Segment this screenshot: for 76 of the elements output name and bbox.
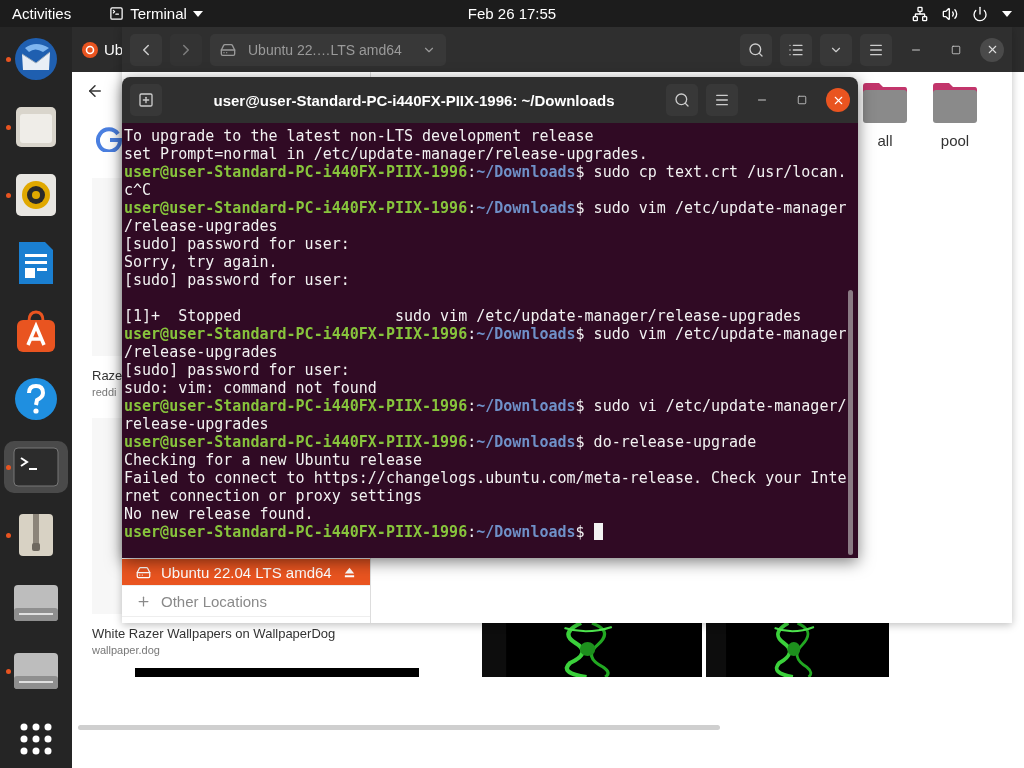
caret-icon[interactable] [192,10,203,17]
terminal-line: Sorry, try again. [124,253,279,271]
terminal-line: No new release found. [124,505,315,523]
terminal-line: release-upgrades [124,415,270,433]
scrollbar[interactable] [848,290,853,555]
terminal-line: /release-upgrades [124,217,279,235]
plus-icon[interactable] [136,593,151,609]
search-icon[interactable] [674,92,690,108]
files-icon[interactable] [15,105,57,149]
search-button[interactable] [666,84,698,116]
terminal-line: user@user-Standard-PC-i440FX-PIIX-1996:~/Downloads$ sudo cp text.crt /usr/locan. [124,163,848,181]
power-icon[interactable] [972,5,988,22]
folder-icon[interactable] [931,82,979,124]
archive-icon[interactable] [18,513,54,557]
drive-icon[interactable] [13,584,59,622]
mail-bird-icon[interactable] [13,36,59,82]
terminal-line: rnet connection or proxy settings [124,487,423,505]
activities-button[interactable]: Activities [12,5,72,22]
new-tab-button[interactable] [130,84,162,116]
folder-icon[interactable] [861,82,909,124]
terminal-line: c^C [124,181,153,199]
tab-logo-icon [82,41,98,58]
menu-icon[interactable] [714,92,730,108]
app-menu[interactable]: Terminal [109,5,203,22]
terminal-line: To upgrade to the latest non-LTS development release [124,127,595,145]
terminal-line: user@user-Standard-PC-i440FX-PIIX-1996:~/Downloads$ do-release-upgrade [124,433,758,451]
terminal-line: [sudo] password for user: [124,361,351,379]
g-logo-icon [96,126,122,152]
drive-icon[interactable] [136,564,151,580]
terminal-line: [1]+ Stopped sudo vim /etc/update-manager/release-upgrades [124,307,803,325]
close-button[interactable] [826,88,850,112]
new-tab-icon[interactable] [138,92,154,108]
result-source: reddi [92,386,117,398]
volume-icon[interactable] [942,5,958,22]
caret-icon[interactable] [1002,10,1012,17]
terminal-line: sudo: vim: command not found [124,379,378,397]
app-grid-icon[interactable] [20,723,52,755]
close-button[interactable] [980,37,1004,62]
terminal-line: Checking for a new Ubuntu release [124,451,423,469]
terminal-line: [sudo] password for user: [124,235,351,253]
terminal-line: user@user-Standard-PC-i440FX-PIIX-1996:~/Downloads$ sudo vi /etc/update-manager/ [124,397,848,415]
maximize-icon[interactable] [951,44,961,55]
drive-icon[interactable] [13,652,59,690]
terminal-line: Failed to connect to https://changelogs.ubuntu.com/meta-release. Check your Inte [124,469,848,487]
folder-label[interactable]: all [877,132,893,149]
menu-button[interactable] [706,84,738,116]
document-icon[interactable] [17,240,55,286]
speaker-icon[interactable] [15,173,57,217]
menu-button[interactable] [860,33,892,66]
sidebar-item[interactable]: Ubuntu 22.04 LTS amd64 [122,559,370,586]
search-icon[interactable] [748,41,764,58]
result-title[interactable]: Raze [92,368,123,383]
terminal-line: [sudo] password for user: [124,271,351,289]
result-title[interactable]: White Razer Wallpapers on WallpaperDog [92,626,336,641]
terminal-line: user@user-Standard-PC-i440FX-PIIX-1996:~/Downloads$ sudo vim /etc/update-manager [124,199,848,217]
store-bag-icon[interactable] [14,309,58,353]
sidebar-item[interactable]: Other Locations [122,586,370,617]
terminal-icon[interactable] [109,6,125,21]
terminal-line: user@user-Standard-PC-i440FX-PIIX-1996:~/Downloads$ sudo vim /etc/update-manager [124,325,848,343]
search-button[interactable] [740,33,772,66]
terminal-line: set Prompt=normal in /etc/update-manager/release-upgrades. [124,145,649,163]
help-icon[interactable] [13,376,59,422]
result-source: wallpaper.dog [92,644,160,656]
back-icon[interactable] [86,82,104,100]
eject-icon[interactable] [343,565,356,579]
scrollbar[interactable] [78,725,720,730]
maximize-icon[interactable] [797,95,807,105]
window-title: user@user-Standard-PC-i440FX-PIIX-1996: ~/Downloads [212,91,616,109]
clock[interactable]: Feb 26 17:55 [467,5,557,22]
view-list-button[interactable] [780,33,812,66]
network-icon[interactable] [912,5,928,22]
terminal-icon[interactable] [13,447,59,487]
browser-tab[interactable]: Ub [104,41,124,58]
terminal-line: /release-upgrades [124,343,279,361]
terminal-line: user@user-Standard-PC-i440FX-PIIX-1996:~/Downloads$ [124,523,858,541]
folder-label[interactable]: pool [940,132,970,149]
